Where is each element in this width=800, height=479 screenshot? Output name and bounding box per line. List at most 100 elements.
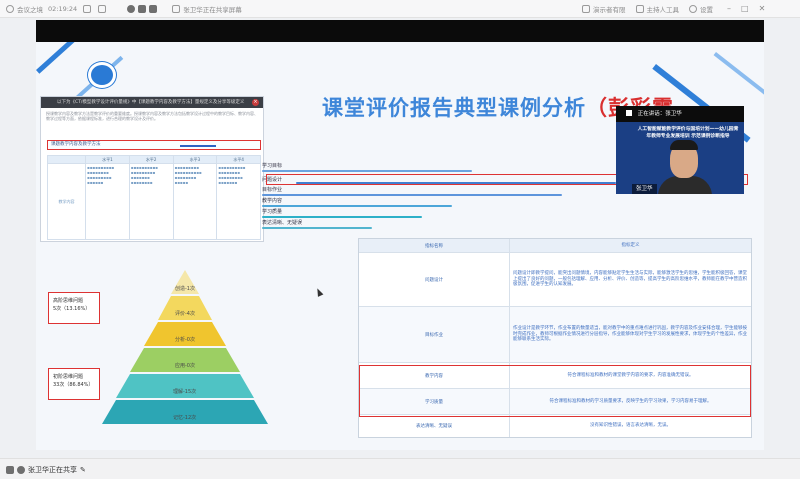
calendar-icon[interactable] [138, 4, 147, 13]
pyramid-label-understand: 理解-15次 [173, 389, 197, 395]
rubric-row-label: 教学内容 [47, 163, 86, 240]
table-row-name: 问题设计 [425, 277, 443, 283]
criteria-label: 教学内容 [262, 198, 283, 204]
table-row: 表达清晰、无疑误 没有知识性错误，语言表达清晰，无误。 [359, 415, 751, 437]
speaker-label: 正在讲话：张卫华 [637, 111, 682, 117]
document-header: 以下为《CT/模型教学设计评价量规》中【课题教学内容及教学方法】量规定义及分享等… [41, 97, 263, 108]
document-banner-text: 课题教学内容及教学方法 [51, 142, 101, 147]
mic-icon [17, 465, 25, 474]
slide-title-text: 课堂评价报告典型课例分析 [322, 96, 586, 120]
low-order-box: 初阶思维问题 33次（86.84%） [48, 368, 100, 400]
high-order-title: 高阶思维问题 [53, 298, 84, 304]
table-row-name: 目标作业 [425, 332, 443, 338]
slide-stripe [713, 52, 764, 99]
table-row-def: 作业设计是教学环节，作业布置的数量适当，能对教学中的重点难点进行巩固，教学内容及… [509, 307, 751, 362]
presenter-icon [582, 4, 590, 13]
criteria-bar [262, 216, 422, 218]
menu-settings[interactable]: 设置 [700, 4, 713, 14]
meeting-timer: 02:19:24 [48, 4, 78, 13]
rubric-col-header: 水平3 [172, 155, 218, 164]
table-header-def: 指标定义 [509, 239, 751, 252]
host-tools-icon [635, 4, 644, 13]
speaking-icon [626, 110, 632, 116]
settings-icon [689, 4, 697, 13]
table-row-name: 表达清晰、无疑误 [416, 424, 452, 429]
pyramid-label-analyze: 分析-0次 [175, 337, 195, 343]
criteria-label: 学习目标 [262, 163, 283, 169]
criteria-bar [262, 227, 372, 229]
share-link-icon[interactable] [98, 4, 107, 13]
cloud-icon[interactable] [127, 4, 136, 13]
rubric-cell: ▪▪▪▪▪▪▪▪▪▪ ▪▪▪▪▪▪▪▪ ▪▪▪▪▪▪▪▪▪ ▪▪▪▪▪▪ [85, 163, 130, 240]
table-row: 目标作业 作业设计是教学环节，作业布置的数量适当，能对教学中的重点难点进行巩固，… [359, 307, 751, 363]
table-row: 问题设计 问题设计即教学提问，能突出问题情境，内容能够贴近学生生活与实际，能够激… [359, 253, 751, 307]
highlight-content-quality [359, 365, 751, 417]
high-order-value: 5次（13.16%） [53, 306, 91, 312]
top-menu: 演示者有限 主持人工具 设置 – □ ✕ [582, 4, 765, 14]
speaker-hair [670, 140, 698, 150]
criteria-label: 学习质量 [262, 209, 283, 215]
criteria-bar [262, 205, 452, 207]
table-header-name: 指标名称 [425, 243, 443, 249]
rubric-cell: ▪▪▪▪▪▪▪▪▪▪▪▪▪▪▪▪▪▪▪▪▪▪▪▪▪▪▪▪▪▪▪▪▪▪ [216, 163, 261, 240]
document-banner: 课题教学内容及教学方法 [47, 140, 261, 150]
document-header-text: 以下为《CT/模型教学设计评价量规》中【课题教学内容及教学方法】量规定义及分享等… [57, 100, 245, 105]
document-paragraph: 授课教学内容及教学方法是教学评价的重要维度。授课教学内容及教学方法包括教学设计过… [46, 111, 258, 121]
presentation-slide: 课堂评价报告典型课例分析（彭彩霞 以下为《CT/模型教学设计评价量规》中【课题教… [36, 42, 764, 450]
share-status[interactable]: 张卫华正在共享 ✎ [6, 463, 86, 476]
rubric-col-header: 水平2 [128, 155, 174, 164]
video-backdrop-caption: 人工智能赋能教学评价与国培计划——幼儿园青年教师专业发展培训 示范课例诊断指导 [637, 127, 739, 139]
pyramid-label-remember: 记忆-12次 [173, 415, 197, 421]
slide-stripe [36, 42, 92, 74]
status-text: 会议之境 [17, 5, 43, 14]
rubric-cell: ▪▪▪▪▪▪▪▪▪ ▪▪▪▪▪▪▪▪▪▪ ▪▪▪▪▪▪▪▪ ▪▪▪▪▪ [172, 163, 218, 240]
criteria-bar [262, 170, 472, 172]
pen-icon[interactable]: ✎ [80, 466, 86, 474]
criteria-bar [262, 194, 562, 196]
screen-share-icon [6, 465, 14, 474]
mouse-cursor-icon [314, 287, 324, 297]
copy-icon[interactable] [83, 4, 92, 13]
school-logo-icon [88, 62, 116, 88]
table-row-def: 问题设计即教学提问，能突出问题情境，内容能够贴近学生生活与实际，能够激活学生的思… [509, 253, 751, 306]
pyramid-label-evaluate: 评价-4次 [175, 311, 195, 317]
high-order-box: 高阶思维问题 5次（13.16%） [48, 292, 100, 324]
low-order-title: 初阶思维问题 [53, 374, 84, 380]
pyramid-label-create: 创造-1次 [175, 286, 195, 292]
rubric-col-header: 水平1 [85, 155, 130, 164]
menu-host-tools[interactable]: 主持人工具 [647, 4, 680, 14]
speaker-video[interactable]: 正在讲话：张卫华 人工智能赋能教学评价与国培计划——幼儿园青年教师专业发展培训 … [616, 106, 744, 194]
speaker-bar: 正在讲话：张卫华 [616, 106, 744, 122]
screen-share-icon [172, 4, 181, 13]
criteria-label: 目标作业 [262, 187, 283, 193]
rubric-document: 以下为《CT/模型教学设计评价量规》中【课题教学内容及教学方法】量规定义及分享等… [40, 96, 264, 242]
rubric-cell: ▪▪▪▪▪▪▪▪▪▪▪▪▪▪▪▪▪▪▪▪▪▪▪▪▪▪▪▪▪▪▪▪▪▪ [128, 163, 174, 240]
speaker-body [658, 176, 712, 194]
sharing-text: 张卫华正在共享屏幕 [183, 5, 242, 14]
criteria-label: 表达清晰、无疑误 [262, 220, 303, 226]
table-row-def: 没有知识性错误，语言表达清晰，无误。 [509, 415, 751, 437]
document-close-icon[interactable]: × [252, 99, 259, 106]
bloom-pyramid [102, 270, 268, 424]
share-status-text: 张卫华正在共享 [28, 465, 77, 474]
speaker-name-tag: 张卫华 [632, 184, 657, 194]
maximize-icon[interactable]: □ [741, 4, 749, 13]
signal-icon [6, 4, 14, 13]
close-icon[interactable]: ✕ [759, 4, 766, 13]
menu-presenter[interactable]: 演示者有限 [593, 4, 626, 14]
sharing-indicator: 张卫华正在共享屏幕 [172, 4, 242, 14]
bottom-bar: 张卫华正在共享 ✎ [0, 458, 800, 479]
chat-icon[interactable] [149, 4, 158, 13]
pyramid-label-apply: 应用-0次 [175, 363, 195, 369]
quick-actions [127, 4, 160, 13]
meeting-app: 会议之境 02:19:24 张卫华正在共享屏幕 演示者有限 主持人工具 设置 –… [0, 0, 800, 479]
top-toolbar: 会议之境 02:19:24 张卫华正在共享屏幕 演示者有限 主持人工具 设置 –… [0, 0, 800, 18]
slide-title-paren: （ [586, 96, 608, 120]
document-banner-bar [180, 145, 216, 147]
table-header-row: 指标名称 指标定义 [359, 239, 751, 253]
low-order-value: 33次（86.84%） [53, 382, 94, 388]
meeting-status: 会议之境 02:19:24 [6, 4, 109, 14]
rubric-col-header: 水平4 [216, 155, 261, 164]
rubric-table: 水平1 水平2 水平3 水平4 教学内容 ▪▪▪▪▪▪▪▪▪▪ ▪▪▪▪▪▪▪▪ ▪… [47, 155, 261, 240]
minimize-icon[interactable]: – [727, 4, 731, 13]
